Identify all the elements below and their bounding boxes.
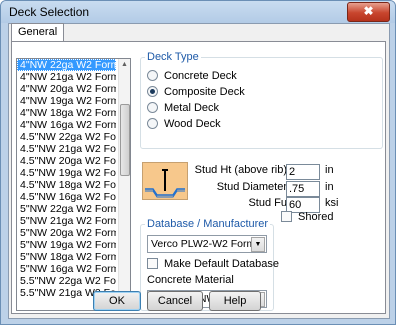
stud-ht-label: Stud Ht (above rib) — [194, 164, 287, 176]
general-tab-panel: 4"NW 22ga W2 Formlo4"NW 21ga W2 Formlo4"… — [11, 41, 386, 314]
radio-concrete-deck[interactable]: Concrete Deck — [147, 70, 237, 83]
stud-fu-label: Stud Fu — [248, 197, 287, 209]
close-button[interactable]: ✖ — [347, 2, 390, 22]
database-legend: Database / Manufacturer — [147, 218, 269, 230]
deck-type-group: Deck Type Concrete Deck Composite Deck M… — [140, 51, 383, 149]
stud-diameter-unit: in — [325, 181, 334, 193]
shored-checkbox[interactable]: Shored — [281, 211, 333, 223]
deck-list-item[interactable]: 4"NW 19ga W2 Formlo — [17, 95, 116, 107]
dialog-body: General 4"NW 22ga W2 Formlo4"NW 21ga W2 … — [8, 23, 390, 319]
deck-list-item[interactable]: 5"NW 20ga W2 Formlo — [17, 227, 116, 239]
help-button[interactable]: Help — [209, 291, 261, 311]
deck-list-item[interactable]: 4"NW 21ga W2 Formlo — [17, 71, 116, 83]
radio-metal-deck[interactable]: Metal Deck — [147, 102, 219, 115]
deck-type-legend: Deck Type — [147, 51, 199, 63]
checkbox-icon — [147, 258, 158, 269]
deck-list-item[interactable]: 5"NW 19ga W2 Formlo — [17, 239, 116, 251]
close-icon: ✖ — [363, 4, 374, 18]
manufacturer-value: Verco PLW2-W2 Form — [151, 238, 256, 250]
deck-list-item[interactable]: 5"NW 22ga W2 Formlo — [17, 203, 116, 215]
composite-deck-icon — [142, 162, 188, 200]
window-title: Deck Selection — [9, 5, 90, 19]
radio-composite-deck[interactable]: Composite Deck — [147, 86, 245, 99]
title-bar[interactable]: Deck Selection ✖ — [1, 1, 395, 23]
deck-list-item[interactable]: 4.5"NW 18ga W2 Form — [17, 179, 116, 191]
deck-list-item[interactable]: 5.5"NW 22ga W2 Form — [17, 275, 116, 287]
deck-list-item[interactable]: 4"NW 20ga W2 Formlo — [17, 83, 116, 95]
deck-list-item[interactable]: 4"NW 18ga W2 Formlo — [17, 107, 116, 119]
tab-general[interactable]: General — [11, 23, 65, 42]
deck-list-item[interactable]: 4.5"NW 19ga W2 Form — [17, 167, 116, 179]
deck-list-item[interactable]: 4.5"NW 22ga W2 Form — [17, 131, 116, 143]
deck-list[interactable]: 4"NW 22ga W2 Formlo4"NW 21ga W2 Formlo4"… — [16, 58, 131, 311]
deck-list-item[interactable]: 5"NW 21ga W2 Formlo — [17, 215, 116, 227]
radio-label: Concrete Deck — [164, 70, 237, 82]
stud-diameter-input[interactable]: .75 — [286, 181, 320, 197]
stud-ht-unit: in — [325, 164, 334, 176]
checkbox-icon — [281, 211, 292, 222]
manufacturer-dropdown[interactable]: Verco PLW2-W2 Form ▼ — [147, 235, 267, 253]
stud-diameter-label: Stud Diameter — [216, 181, 287, 193]
scroll-up-icon[interactable]: ▲ — [120, 60, 129, 70]
deck-list-item[interactable]: 4"NW 16ga W2 Formlo — [17, 119, 116, 131]
stud-ht-input[interactable]: 2 — [286, 164, 320, 180]
radio-button-icon — [147, 70, 158, 81]
deck-list-item[interactable]: 4"NW 22ga W2 Formlo — [17, 59, 116, 71]
make-default-checkbox[interactable]: Make Default Database — [147, 258, 279, 270]
deck-list-item[interactable]: 4.5"NW 16ga W2 Form — [17, 191, 116, 203]
deck-list-item[interactable]: 5"NW 16ga W2 Formlo — [17, 263, 116, 275]
deck-list-scrollbar[interactable]: ▲ ▼ — [118, 59, 130, 310]
radio-button-icon — [147, 102, 158, 113]
ok-button[interactable]: OK — [93, 291, 141, 311]
deck-list-item[interactable]: 5"NW 18ga W2 Formlo — [17, 251, 116, 263]
radio-label: Wood Deck — [164, 118, 221, 130]
cancel-button[interactable]: Cancel — [147, 291, 203, 311]
deck-list-items: 4"NW 22ga W2 Formlo4"NW 21ga W2 Formlo4"… — [17, 59, 130, 299]
deck-list-item[interactable]: 4.5"NW 21ga W2 Form — [17, 143, 116, 155]
deck-selection-dialog: Deck Selection ✖ General 4"NW 22ga W2 Fo… — [0, 0, 396, 325]
radio-button-selected-icon — [147, 86, 158, 97]
deck-list-item[interactable]: 4.5"NW 20ga W2 Form — [17, 155, 116, 167]
radio-label: Composite Deck — [164, 86, 245, 98]
chevron-down-icon: ▼ — [251, 237, 265, 252]
radio-button-icon — [147, 118, 158, 129]
shored-label: Shored — [298, 211, 334, 223]
radio-wood-deck[interactable]: Wood Deck — [147, 118, 221, 131]
scroll-thumb[interactable] — [120, 104, 130, 176]
concrete-material-label: Concrete Material — [147, 274, 234, 286]
radio-label: Metal Deck — [164, 102, 220, 114]
make-default-label: Make Default Database — [164, 258, 279, 270]
stud-fu-unit: ksi — [325, 197, 339, 209]
